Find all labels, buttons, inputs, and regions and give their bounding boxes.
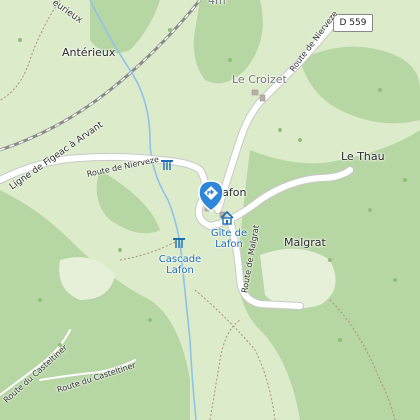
place-label-anterieux[interactable]: Antérieux <box>62 46 115 59</box>
partial-altitude-label: 4m <box>208 0 226 7</box>
place-label-le-thau[interactable]: Le Thau <box>341 150 385 163</box>
road-shield-d559[interactable]: D 559 <box>333 14 373 32</box>
location-marker-icon[interactable] <box>197 180 225 217</box>
place-label-malgrat[interactable]: Malgrat <box>284 236 326 249</box>
poi-label-gite-lafon[interactable]: Gîte de Lafon <box>210 228 248 250</box>
place-label-le-croizet[interactable]: Le Croizet <box>232 73 287 86</box>
map-view[interactable]: eurieux 4m D 559 Route de Nierveze Antér… <box>0 0 420 420</box>
waterfall-icon[interactable] <box>172 236 186 255</box>
poi-label-cascade-lafon[interactable]: Cascade Lafon <box>157 254 203 276</box>
waterfall-icon[interactable] <box>160 158 174 177</box>
